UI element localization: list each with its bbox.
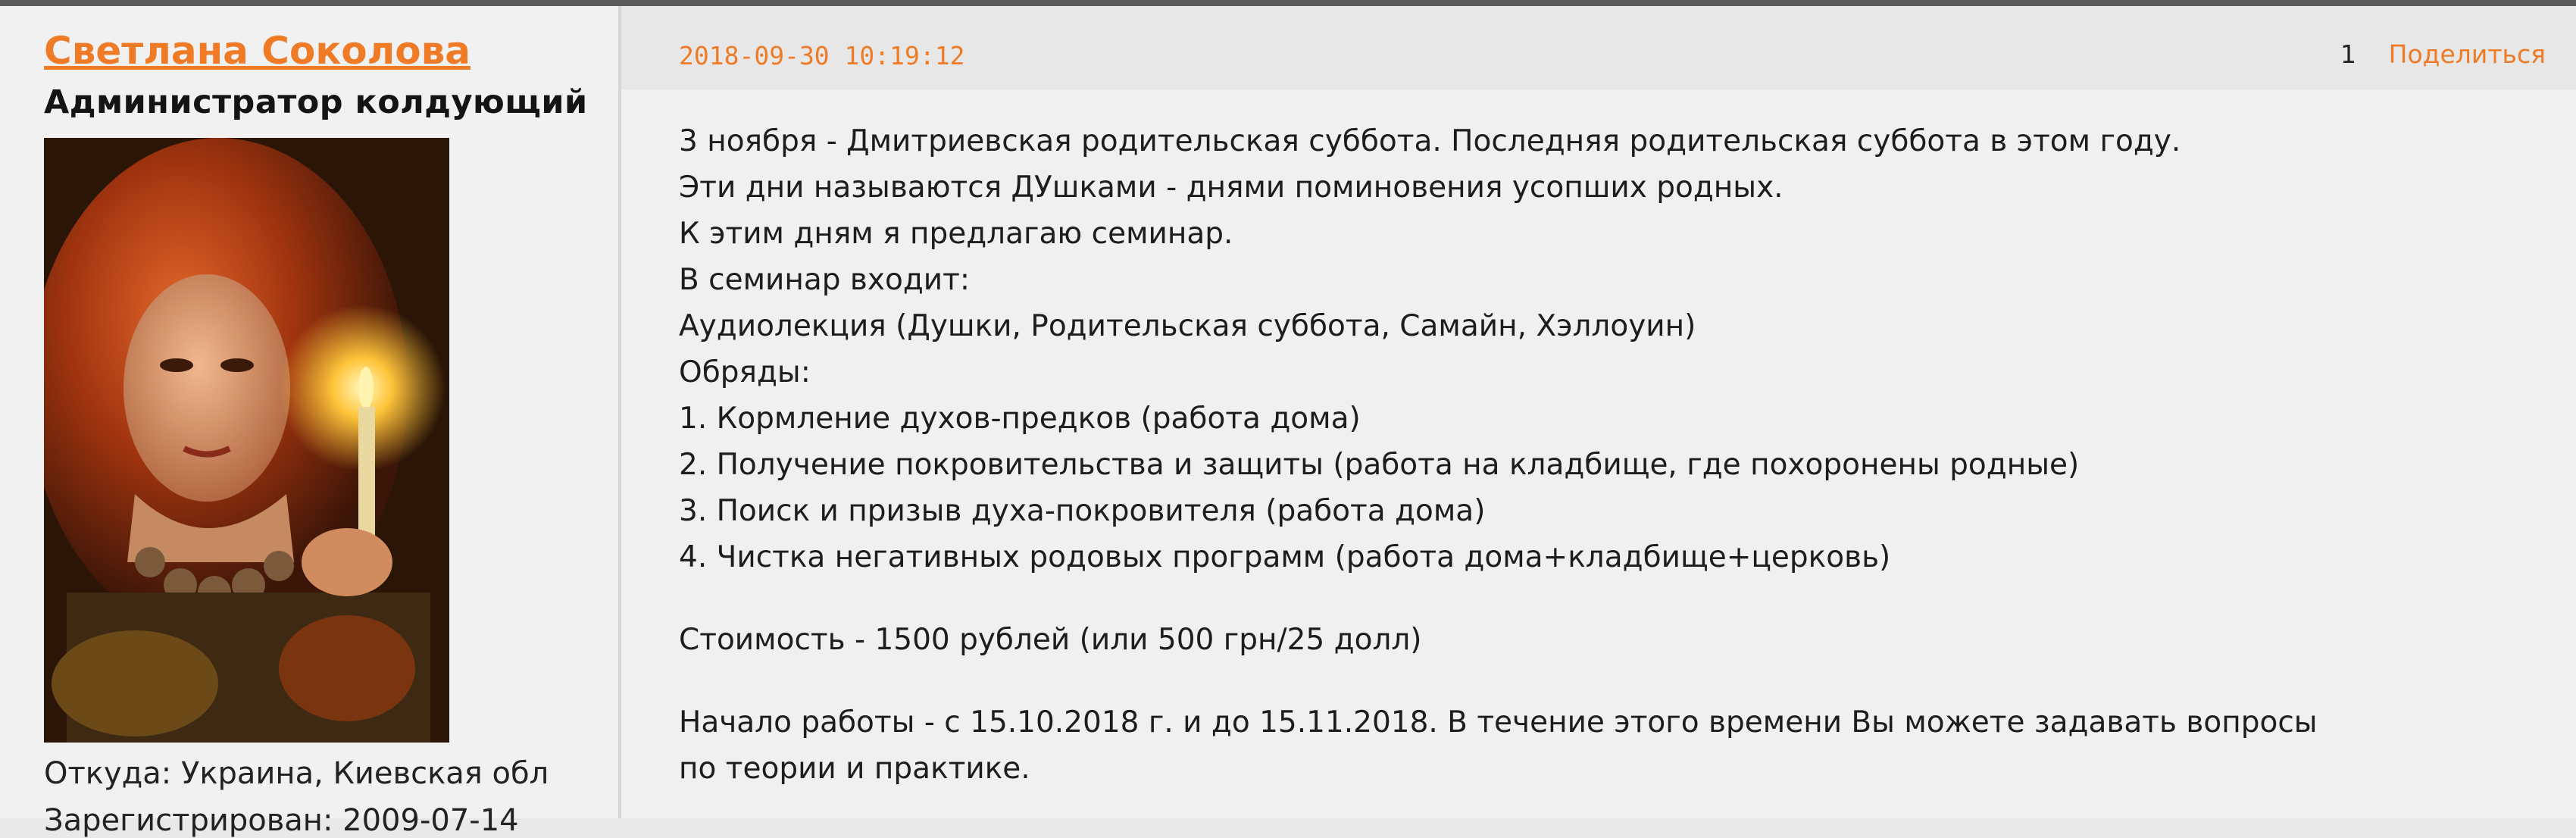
post-line: 3. Поиск и призыв духа-покровителя (рабо… bbox=[679, 494, 1486, 528]
post-line: 2. Получение покровительства и защиты (р… bbox=[679, 448, 2080, 482]
author-rank: Администратор колдующий bbox=[44, 83, 588, 121]
top-border bbox=[0, 0, 2576, 6]
post-schedule: по теории и практике. bbox=[679, 752, 1030, 786]
post-line: К этим дням я предлагаю семинар. bbox=[679, 217, 1233, 251]
avatar-image bbox=[44, 138, 449, 743]
post-line: 4. Чистка негативных родовых программ (р… bbox=[679, 540, 1891, 574]
author-location: Откуда: Украина, Киевская обл bbox=[44, 756, 549, 791]
post-line: Эти дни называются ДУшками - днями помин… bbox=[679, 170, 1784, 205]
post-header: 2018-09-30 10:19:12 1 Поделиться bbox=[621, 6, 2576, 89]
share-link[interactable]: Поделиться bbox=[2389, 39, 2546, 69]
author-name-link[interactable]: Светлана Соколова bbox=[44, 29, 470, 73]
post-price: Стоимость - 1500 рублей (или 500 грн/25 … bbox=[679, 623, 1422, 657]
post-line: Обряды: bbox=[679, 355, 811, 389]
post-line: В семинар входит: bbox=[679, 263, 971, 297]
post-number[interactable]: 1 bbox=[2340, 39, 2356, 69]
post-content-panel: 2018-09-30 10:19:12 1 Поделиться 3 ноябр… bbox=[621, 6, 2576, 818]
post-schedule: Начало работы - с 15.10.2018 г. и до 15.… bbox=[679, 705, 2318, 740]
post-body: 3 ноября - Дмитриевская родительская суб… bbox=[679, 118, 2531, 792]
post-line: Аудиолекция (Душки, Родительская суббота… bbox=[679, 309, 1696, 343]
forum-post: Светлана Соколова Администратор колдующи… bbox=[0, 6, 2576, 838]
post-date[interactable]: 2018-09-30 10:19:12 bbox=[679, 41, 965, 70]
post-line: 1. Кормление духов-предков (работа дома) bbox=[679, 402, 1361, 436]
author-registered: Зарегистрирован: 2009-07-14 bbox=[44, 803, 519, 838]
avatar bbox=[44, 138, 449, 743]
post-author-panel: Светлана Соколова Администратор колдующи… bbox=[0, 6, 621, 838]
post-line: 3 ноября - Дмитриевская родительская суб… bbox=[679, 124, 2181, 158]
